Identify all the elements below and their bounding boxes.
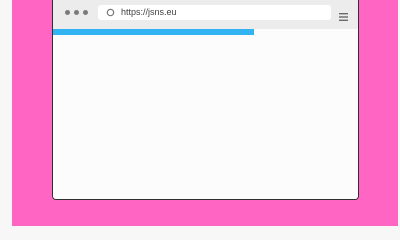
address-url: https://jsns.eu <box>121 7 177 17</box>
address-bar[interactable]: https://jsns.eu <box>98 5 331 20</box>
window-dot-2[interactable] <box>74 10 79 15</box>
browser-viewport[interactable] <box>53 35 358 199</box>
circle-icon <box>104 7 116 19</box>
pink-background: https://jsns.eu <box>12 0 398 226</box>
window-dot-1[interactable] <box>65 10 70 15</box>
hamburger-menu-icon[interactable] <box>339 8 348 21</box>
browser-toolbar: https://jsns.eu <box>53 0 358 29</box>
window-dot-3[interactable] <box>83 10 88 15</box>
browser-window: https://jsns.eu <box>52 0 359 200</box>
